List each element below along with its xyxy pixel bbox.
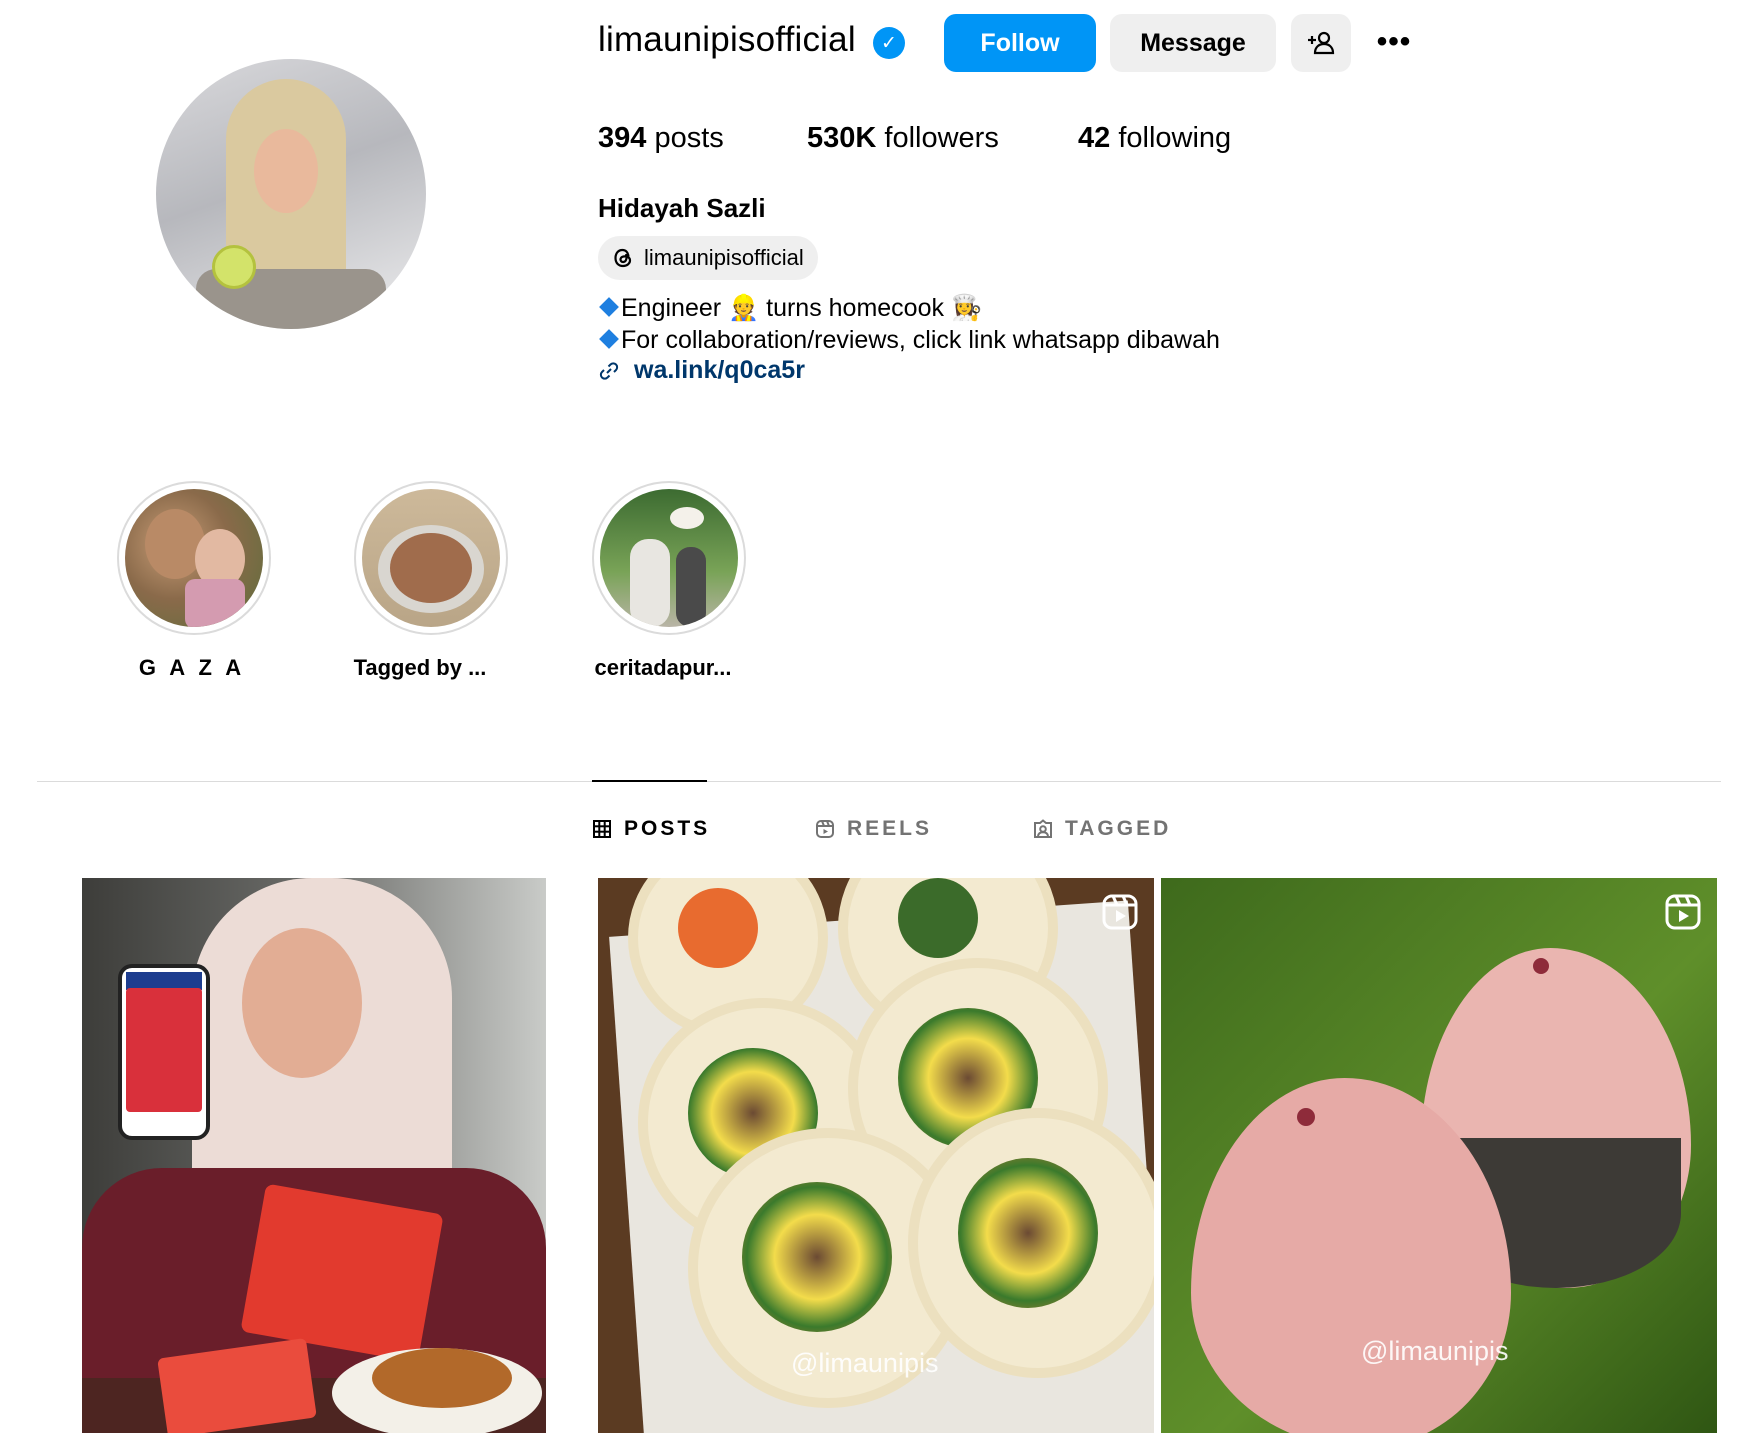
post-watermark: @limaunipis bbox=[791, 1348, 939, 1378]
following-count[interactable]: 42 following bbox=[1078, 122, 1231, 155]
post-tile[interactable] bbox=[82, 878, 546, 1433]
threads-badge[interactable]: limaunipisofficial bbox=[598, 236, 818, 280]
link-icon bbox=[599, 361, 619, 380]
bio-line-2: For collaboration/reviews, click link wh… bbox=[598, 324, 1220, 356]
message-button[interactable]: Message bbox=[1110, 14, 1276, 72]
tagged-icon bbox=[1034, 819, 1052, 838]
highlight-label: Tagged by ... bbox=[353, 655, 487, 680]
more-options-icon[interactable]: ••• bbox=[1372, 22, 1416, 62]
profile-avatar[interactable] bbox=[156, 59, 426, 329]
followers-count[interactable]: 530K followers bbox=[807, 122, 999, 155]
profile-full-name: Hidayah Sazli bbox=[598, 193, 766, 223]
highlight-tagged[interactable] bbox=[354, 481, 508, 635]
active-tab-indicator bbox=[592, 780, 707, 782]
tabs-divider bbox=[37, 781, 1721, 782]
post-watermark: @limaunipis bbox=[1361, 1336, 1509, 1366]
add-user-icon bbox=[1308, 31, 1335, 55]
bio-link-text[interactable]: wa.link/q0ca5r bbox=[634, 356, 805, 385]
tab-posts[interactable]: POSTS bbox=[592, 817, 710, 841]
bio-line-1: Engineer 👷 turns homecook 👩‍🍳 bbox=[598, 292, 982, 324]
reel-icon bbox=[1102, 894, 1138, 930]
blue-diamond-icon bbox=[599, 297, 619, 317]
grid-icon bbox=[593, 820, 611, 838]
highlight-gaza[interactable] bbox=[117, 481, 271, 635]
post-tile[interactable]: @limaunipis bbox=[1161, 878, 1717, 1433]
verified-badge-icon: ✓ bbox=[873, 27, 905, 59]
reel-icon bbox=[1665, 894, 1701, 930]
threads-handle: limaunipisofficial bbox=[644, 245, 804, 270]
bio-link[interactable]: wa.link/q0ca5r bbox=[598, 356, 805, 385]
highlight-label: G A Z A bbox=[138, 655, 246, 680]
highlight-ceritadapur[interactable] bbox=[592, 481, 746, 635]
posts-count: 394 posts bbox=[598, 122, 724, 154]
follow-button[interactable]: Follow bbox=[944, 14, 1096, 72]
profile-username: limaunipisofficial bbox=[598, 20, 856, 59]
tab-tagged[interactable]: TAGGED bbox=[1033, 817, 1171, 841]
phone-image bbox=[118, 964, 210, 1140]
threads-icon bbox=[610, 245, 636, 271]
reels-icon bbox=[816, 820, 834, 838]
suggested-accounts-button[interactable] bbox=[1291, 14, 1351, 72]
tab-reels[interactable]: REELS bbox=[815, 817, 932, 841]
cook-emoji: 👩‍🍳 bbox=[950, 294, 983, 322]
highlight-label: ceritadapur... bbox=[594, 655, 732, 680]
post-tile[interactable]: @limaunipis bbox=[598, 878, 1154, 1433]
engineer-emoji: 👷 bbox=[728, 294, 760, 322]
blue-diamond-icon bbox=[599, 329, 619, 349]
